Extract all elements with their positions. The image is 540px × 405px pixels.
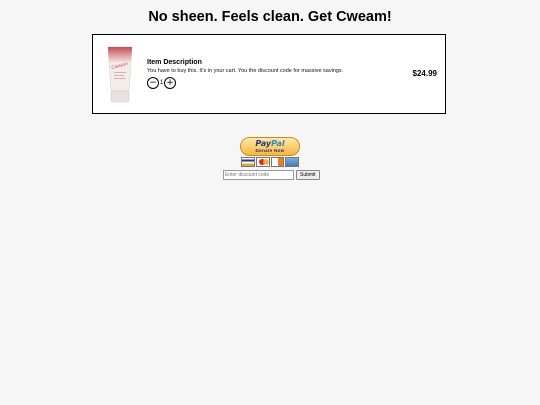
discount-form: Submit xyxy=(223,170,320,180)
item-title: Item Description xyxy=(147,59,202,66)
page-headline: No sheen. Feels clean. Get Cweam! xyxy=(148,9,392,25)
submit-button[interactable]: Submit xyxy=(296,170,320,180)
paypal-logo-pay: Pay xyxy=(255,139,272,148)
quantity-value: 1 xyxy=(160,80,164,86)
increase-quantity-button[interactable]: + xyxy=(164,77,176,89)
paypal-logo: PayPal xyxy=(241,139,299,148)
item-description: You have to buy this. It's in your cart.… xyxy=(147,68,344,74)
discover-icon xyxy=(270,157,285,167)
mastercard-icon xyxy=(255,157,270,167)
item-price: $24.99 xyxy=(412,69,437,78)
product-image: Cweam xyxy=(107,46,133,103)
amex-icon xyxy=(285,157,299,167)
visa-icon xyxy=(241,157,255,167)
accepted-cards xyxy=(241,157,299,167)
cart-item-box: Cweam Item Description You have to buy t… xyxy=(92,34,446,114)
decrease-quantity-button[interactable]: − xyxy=(147,77,159,89)
paypal-sub-label: Donate Now xyxy=(255,148,285,153)
discount-code-input[interactable] xyxy=(223,170,294,180)
quantity-stepper: − 1 + xyxy=(147,77,387,89)
paypal-donate-button[interactable]: PayPal Donate Now xyxy=(240,137,300,156)
paypal-logo-pal: Pal xyxy=(271,139,285,148)
item-info: Item Description You have to buy this. I… xyxy=(147,58,387,89)
